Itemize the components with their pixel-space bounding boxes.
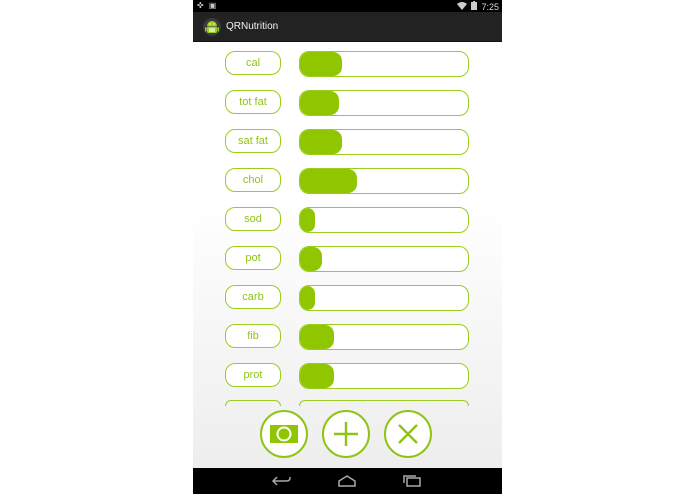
nutrient-bar-fill: [300, 286, 316, 310]
nutrient-bar-fill: [300, 247, 322, 271]
nutrient-bar[interactable]: [299, 51, 469, 77]
nutrient-row-carb: carb: [193, 285, 502, 311]
screenshot-icon: ▣: [208, 1, 217, 10]
partially-hidden-row: [193, 400, 502, 406]
nutrient-row-prot: prot: [193, 363, 502, 389]
android-app-icon[interactable]: [202, 17, 222, 37]
camera-icon: [270, 425, 298, 443]
nutrient-bar[interactable]: [299, 246, 469, 272]
nutrient-bar[interactable]: [299, 400, 469, 406]
close-icon: [398, 424, 418, 444]
nutrient-bar[interactable]: [299, 363, 469, 389]
status-time: 7:25: [481, 2, 499, 12]
nutrient-row-sod: sod: [193, 207, 502, 233]
nutrient-bar-fill: [300, 169, 358, 193]
wifi-icon: [457, 1, 468, 13]
nutrient-bar-fill: [300, 208, 316, 232]
nutrient-row-fib: fib: [193, 324, 502, 350]
nutrient-bar[interactable]: [299, 168, 469, 194]
navigation-bar: [193, 468, 502, 494]
nutrient-row-chol: chol: [193, 168, 502, 194]
clear-button[interactable]: [384, 410, 432, 458]
nutrient-label[interactable]: tot fat: [225, 90, 281, 114]
nutrient-label[interactable]: pot: [225, 246, 281, 270]
nutrient-label[interactable]: cal: [225, 51, 281, 75]
nutrient-label[interactable]: sat fat: [225, 129, 281, 153]
recents-icon[interactable]: [401, 474, 423, 488]
nutrient-label[interactable]: sod: [225, 207, 281, 231]
back-icon[interactable]: [271, 474, 293, 488]
nutrient-bar[interactable]: [299, 324, 469, 350]
nutrient-bar-fill: [300, 52, 342, 76]
nutrient-bar-fill: [300, 91, 339, 115]
nutrient-bar[interactable]: [299, 207, 469, 233]
nutrient-label[interactable]: chol: [225, 168, 281, 192]
nutrient-row-pot: pot: [193, 246, 502, 272]
nutrient-bar-fill: [300, 364, 334, 388]
nutrient-bar-fill: [300, 130, 342, 154]
nutrient-bar[interactable]: [299, 285, 469, 311]
nutrient-row-tot-fat: tot fat: [193, 90, 502, 116]
app-title: QRNutrition: [226, 21, 279, 32]
nutrient-label[interactable]: carb: [225, 285, 281, 309]
nutrient-label[interactable]: prot: [225, 363, 281, 387]
nutrient-label[interactable]: fib: [225, 324, 281, 348]
add-button[interactable]: [322, 410, 370, 458]
home-icon[interactable]: [336, 474, 358, 488]
scan-camera-button[interactable]: [260, 410, 308, 458]
nutrient-bar-fill: [300, 325, 334, 349]
nutrient-label[interactable]: [225, 400, 281, 406]
notification-icon: ✜: [197, 1, 204, 10]
plus-icon: [334, 422, 358, 446]
nutrient-row-cal: cal: [193, 51, 502, 77]
nutrient-bar[interactable]: [299, 90, 469, 116]
nutrient-bar[interactable]: [299, 129, 469, 155]
nutrient-row-sat-fat: sat fat: [193, 129, 502, 155]
status-bar: ✜ ▣ 7:25: [193, 0, 502, 12]
device-screen: ✜ ▣ 7:25 QRNutrition cal tot fat sat fat…: [193, 0, 502, 494]
action-bar: QRNutrition: [193, 12, 502, 42]
